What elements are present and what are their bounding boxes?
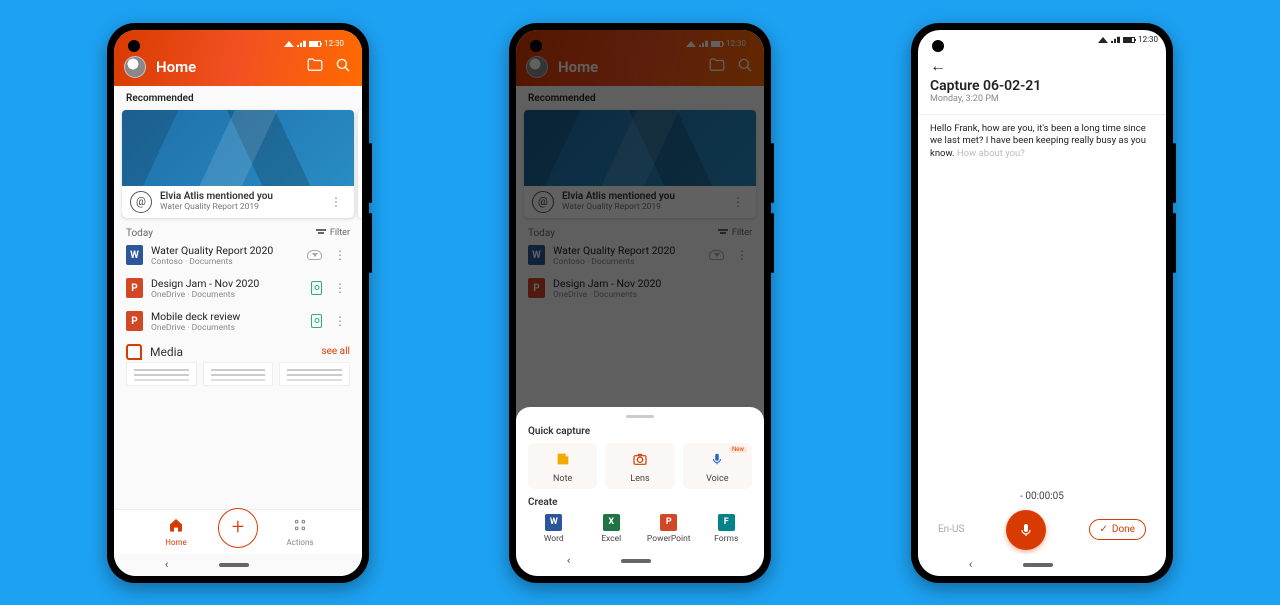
file-name: Design Jam - Nov 2020 [151,277,303,290]
wifi-icon [284,41,294,47]
screen-home: 12:30 Home Recommended @ [114,30,362,576]
battery-icon [1123,37,1135,43]
wifi-icon [1098,37,1108,43]
more-icon[interactable]: ⋮ [330,281,350,295]
create-excel[interactable]: XExcel [586,514,638,544]
phone-create-sheet: 12:30 Home Recommended @ [509,23,771,583]
powerpoint-icon [126,278,143,298]
status-bar: 12:30 [918,30,1166,50]
capture-subtitle: Monday, 3:20 PM [930,94,1154,104]
record-timer: - 00:00:05 [1020,491,1064,502]
file-row[interactable]: Water Quality Report 2020 Contoso · Docu… [114,239,362,272]
android-navbar: ‹ [528,550,752,572]
camera-punch [932,40,944,52]
recommended-card-peek[interactable] [358,110,362,218]
fab-create[interactable]: + [218,508,258,548]
tab-home[interactable]: Home [146,517,206,547]
more-icon[interactable]: ⋮ [330,248,350,262]
nav-home-pill[interactable] [1023,563,1053,567]
qc-lens[interactable]: Lens [605,443,674,489]
nav-home-pill[interactable] [219,563,249,567]
page-title: Home [156,58,296,76]
file-row[interactable]: Design Jam - Nov 2020 OneDrive · Documen… [114,272,362,305]
avatar[interactable] [124,56,146,78]
divider [918,114,1166,115]
battery-icon [309,41,321,47]
quick-capture-label: Quick capture [528,426,752,437]
mention-icon: @ [130,191,152,213]
nav-home-pill[interactable] [621,559,651,563]
recommended-label: Recommended [114,86,362,110]
status-bar: 12:30 [124,34,352,54]
nav-back-icon[interactable]: ‹ [165,558,169,571]
create-word[interactable]: WWord [528,514,580,544]
actions-icon [292,517,308,537]
mic-icon [710,451,724,471]
phone-voice-capture: 12:30 ← Capture 06-02-21 Monday, 3:20 PM… [911,23,1173,583]
nav-back-icon[interactable]: ‹ [969,558,973,571]
file-meta: OneDrive · Documents [151,290,303,300]
signal-icon [297,40,306,47]
qc-voice[interactable]: New Voice [683,443,752,489]
android-navbar: ‹ [114,554,362,576]
phone-home: 12:30 Home Recommended @ [107,23,369,583]
create-forms[interactable]: FForms [701,514,753,544]
excel-icon: X [603,514,620,531]
device-icon[interactable] [311,314,322,328]
home-icon [168,517,184,537]
create-powerpoint[interactable]: PPowerPoint [643,514,695,544]
app-header: 12:30 Home [114,30,362,86]
see-all-link[interactable]: see all [321,346,350,357]
filter-button[interactable]: Filter [316,228,350,238]
create-bottom-sheet: Quick capture Note Lens New [516,407,764,576]
file-name: Mobile deck review [151,310,303,323]
note-icon [555,451,571,471]
sheet-handle[interactable] [626,415,654,418]
status-time: 12:30 [1138,35,1158,44]
file-name: Water Quality Report 2020 [151,244,299,257]
bottom-tabbar: Home + Actions [114,509,362,554]
screen-voice: 12:30 ← Capture 06-02-21 Monday, 3:20 PM… [918,30,1166,576]
mention-subtitle: Water Quality Report 2019 [160,202,318,212]
camera-punch [530,40,542,52]
transcript-text: Hello Frank, how are you, it's been a lo… [918,123,1166,161]
new-badge: New [729,446,747,453]
recommended-card[interactable]: @ Elvia Atlis mentioned you Water Qualit… [122,110,354,218]
media-thumbnails[interactable] [114,362,362,386]
back-button[interactable]: ← [930,56,1154,76]
qc-note[interactable]: Note [528,443,597,489]
status-time: 12:30 [324,39,344,48]
android-navbar: ‹ [918,554,1166,576]
file-row[interactable]: Mobile deck review OneDrive · Documents … [114,305,362,338]
filter-icon [316,229,326,237]
word-icon: W [545,514,562,531]
file-meta: OneDrive · Documents [151,323,303,333]
forms-icon: F [718,514,735,531]
nav-back-icon[interactable]: ‹ [567,554,571,567]
search-icon[interactable] [334,56,352,78]
file-meta: Contoso · Documents [151,257,299,267]
today-label: Today [126,228,153,239]
folder-icon[interactable] [306,56,324,78]
tab-actions[interactable]: Actions [270,517,330,547]
powerpoint-icon [126,311,143,331]
more-icon[interactable]: ⋮ [330,314,350,328]
record-button[interactable] [1006,510,1046,550]
camera-icon [632,451,648,471]
screen-create: 12:30 Home Recommended @ [516,30,764,576]
word-icon [126,245,143,265]
camera-punch [128,40,140,52]
media-icon [126,344,142,360]
capture-title: Capture 06-02-21 [930,78,1154,94]
cloud-download-icon[interactable] [307,250,322,260]
create-label: Create [528,497,752,508]
mention-title: Elvia Atlis mentioned you [160,191,318,202]
more-icon[interactable]: ⋮ [326,195,346,209]
device-icon[interactable] [311,281,322,295]
language-selector[interactable]: En-US [938,524,964,535]
done-button[interactable]: Done [1089,519,1146,540]
media-label: Media [150,345,183,359]
signal-icon [1111,36,1120,43]
powerpoint-icon: P [660,514,677,531]
